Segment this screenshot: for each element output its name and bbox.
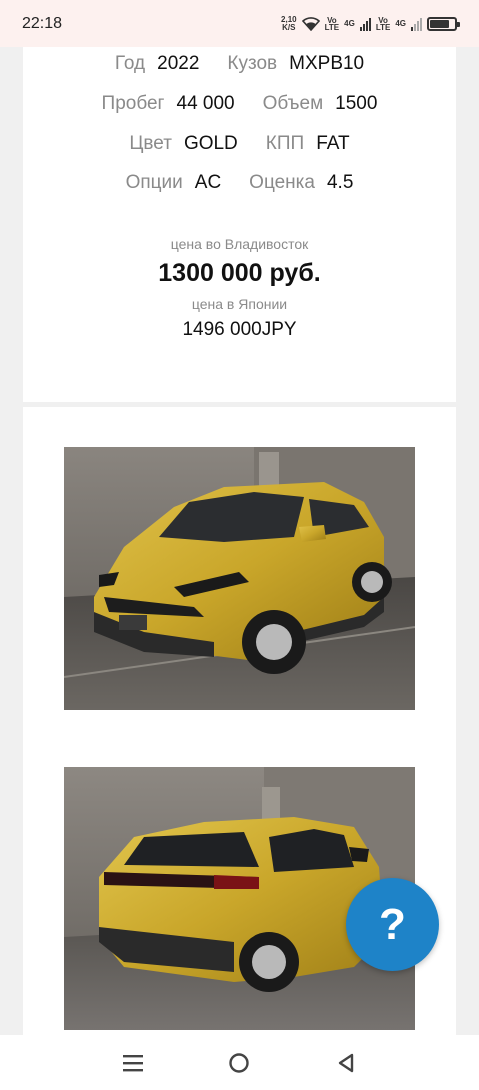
spec-value-year: 2022 — [157, 53, 200, 74]
spec-value-body: MXPB10 — [289, 53, 365, 74]
price-vladivostok-caption-wrap: цена во Владивосток — [23, 236, 456, 254]
help-button-label: ? — [379, 899, 406, 949]
car-info-card: Год 2022 Кузов MXPB10 Пробег 44 000 Объе… — [23, 47, 456, 402]
price-japan-caption: цена в Японии — [191, 296, 288, 312]
wifi-icon — [301, 16, 320, 31]
status-time: 22:18 — [22, 14, 63, 32]
spec-label-rating: Оценка — [249, 172, 315, 193]
signal-icon-1 — [359, 17, 371, 31]
spec-value-transmission: FAT — [316, 133, 350, 154]
car-front-photo[interactable] — [64, 447, 415, 710]
price-japan-caption-wrap: цена в Японии — [23, 296, 456, 314]
sim1-volte: Vo LTE — [324, 15, 340, 32]
spec-label-color: Цвет — [129, 133, 172, 154]
sim2-volte: Vo LTE — [375, 15, 391, 32]
signal-icon-2 — [411, 17, 422, 31]
back-triangle-icon — [338, 1053, 354, 1072]
home-circle-icon — [229, 1052, 250, 1073]
help-button[interactable]: ? — [346, 878, 439, 971]
spec-row-year-body: Год 2022 Кузов MXPB10 — [23, 53, 456, 75]
spec-label-transmission: КПП — [265, 133, 305, 154]
status-icons: 2,10 K/S Vo LTE 4G Vo LTE 4G — [281, 14, 460, 32]
spec-label-mileage: Пробег — [101, 93, 165, 114]
net-speed: 2,10 K/S — [281, 14, 297, 32]
spec-value-color: GOLD — [183, 133, 238, 154]
spec-row-mileage-volume: Пробег 44 000 Объем 1500 — [23, 93, 456, 115]
home-button[interactable] — [219, 1043, 259, 1083]
price-vladivostok: 1300 000 руб. — [158, 259, 321, 287]
spec-label-body: Кузов — [227, 53, 278, 74]
sim1-network: 4G — [344, 19, 355, 28]
spec-label-options: Опции — [125, 172, 183, 193]
back-button[interactable] — [326, 1043, 366, 1083]
battery-icon — [427, 16, 460, 31]
price-vladivostok-caption: цена во Владивосток — [170, 236, 309, 252]
spec-value-volume: 1500 — [335, 93, 378, 114]
price-vladivostok-wrap: 1300 000 руб. — [23, 259, 456, 288]
spec-label-volume: Объем — [262, 93, 324, 114]
spec-value-mileage: 44 000 — [176, 93, 235, 114]
spec-label-year: Год — [114, 53, 146, 74]
price-japan: 1496 000JPY — [182, 319, 297, 340]
price-japan-wrap: 1496 000JPY — [23, 319, 456, 341]
spec-row-options-rating: Опции AC Оценка 4.5 — [23, 172, 456, 194]
menu-button[interactable] — [113, 1043, 153, 1083]
spec-value-options: AC — [194, 172, 222, 193]
system-nav-bar — [0, 1035, 479, 1090]
sim2-network: 4G — [395, 19, 406, 28]
spec-value-rating: 4.5 — [326, 172, 354, 193]
status-bar: 22:18 2,10 K/S Vo LTE 4G Vo LTE 4G — [0, 0, 479, 47]
menu-icon — [123, 1054, 144, 1071]
spec-row-color-transmission: Цвет GOLD КПП FAT — [23, 133, 456, 155]
